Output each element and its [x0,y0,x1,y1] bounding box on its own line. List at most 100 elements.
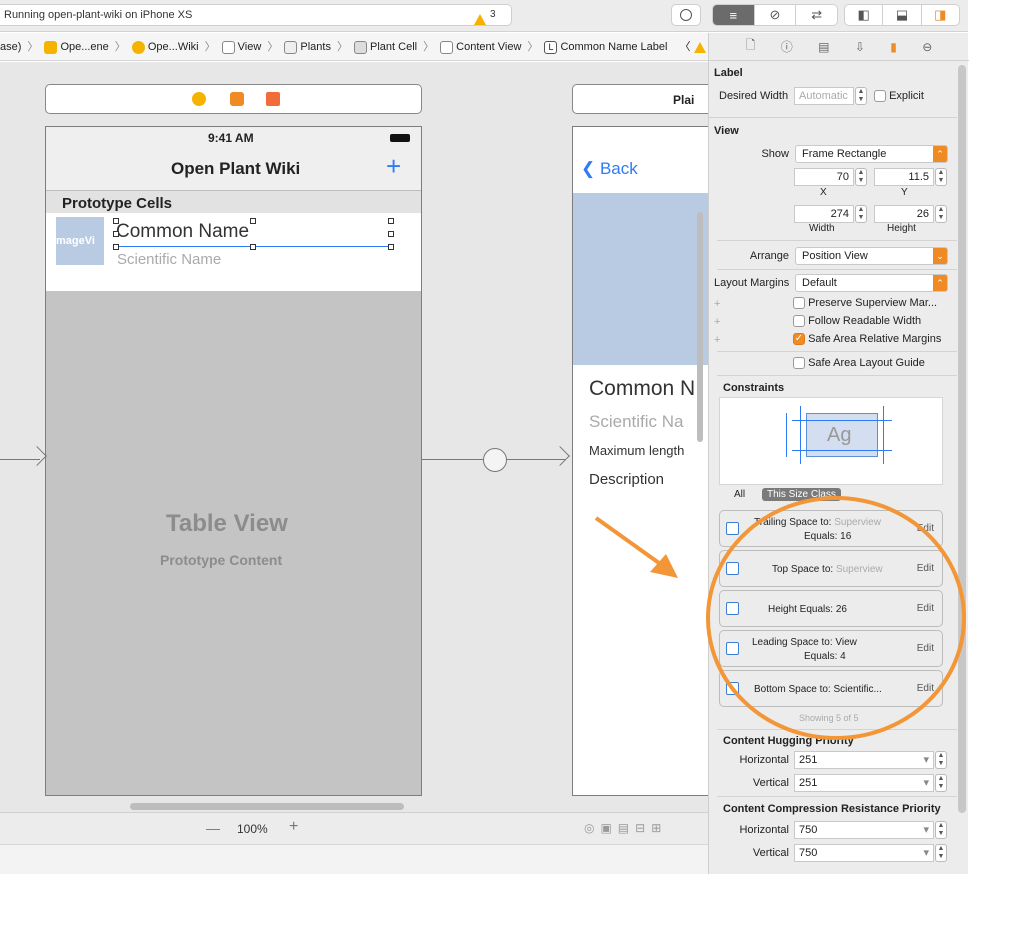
layout-tools-icon[interactable]: ◎▣▤⊟⊞ [584,821,667,835]
plus-icon[interactable]: + [714,334,720,346]
status-time: 9:41 AM [208,131,254,145]
explicit-checkbox[interactable]: Explicit [874,90,924,103]
storyboard-canvas[interactable]: 9:41 AM Open Plant Wiki + Prototype Cell… [0,62,722,844]
y-caption: Y [901,187,908,198]
stepper[interactable]: ▲ ▼ [935,751,947,769]
jump-item[interactable]: Content View [456,33,521,60]
jump-item[interactable]: Common Name Label [560,33,667,60]
toolbar: Running open-plant-wiki on iPhone XS 3 ≡… [0,0,968,32]
inspector-toggle-icon[interactable]: ◨ [922,5,959,25]
attributes-inspector-icon[interactable]: ⇩ [855,40,865,54]
zoom-out-button[interactable]: — [206,820,220,836]
label-section-title: Label [714,67,743,79]
height-field[interactable]: 26 [874,205,934,223]
warning-icon[interactable] [474,9,486,29]
jump-item[interactable]: View [238,33,262,60]
arrange-label: Arrange [749,250,789,262]
stepper[interactable]: ▲ ▼ [935,844,947,862]
editor-mode-segment[interactable]: ≡ ⊘ ⇄ [712,4,838,26]
connections-inspector-icon[interactable]: ⊖ [922,40,932,54]
width-stepper[interactable]: ▲ ▼ [855,205,867,223]
safe-area-margins-checkbox[interactable]: ✓ Safe Area Relative Margins [793,333,941,346]
jump-item[interactable]: Plants [300,33,331,60]
hugging-horizontal-field[interactable]: 251 ▾ [794,751,934,769]
standard-editor-icon[interactable]: ≡ [713,5,755,25]
vertical-scrollbar[interactable] [697,212,703,442]
first-responder-icon[interactable] [230,92,244,106]
size-inspector-icon[interactable]: ▮ [890,40,897,54]
nav-title: Open Plant Wiki [171,159,301,178]
panel-toggle-segment[interactable]: ◧ ⬓ ◨ [844,4,960,26]
jump-item[interactable]: Plant Cell [370,33,417,60]
show-popup[interactable]: Frame Rectangle ⌃ [795,145,948,163]
plus-icon[interactable]: + [714,316,720,328]
stepper[interactable]: ▲ ▼ [855,87,867,105]
view-section-title: View [714,125,739,137]
y-stepper[interactable]: ▲ ▼ [935,168,947,186]
stepper[interactable]: ▲ ▼ [935,821,947,839]
arrange-popup[interactable]: Position View ⌄ [795,247,948,265]
assistant-editor-icon[interactable]: ⊘ [755,5,797,25]
layout-margins-popup[interactable]: Default ⌃ [795,274,948,292]
arrow-head-icon [27,446,47,466]
table-view-scene[interactable]: 9:41 AM Open Plant Wiki + Prototype Cell… [45,126,422,796]
scientific-name-label[interactable]: Scientific Name [117,251,221,268]
status-text: Running open-plant-wiki on iPhone XS [4,9,193,21]
x-stepper[interactable]: ▲ ▼ [855,168,867,186]
exit-icon[interactable] [266,92,280,106]
follow-readable-checkbox[interactable]: Follow Readable Width [793,315,921,328]
y-field[interactable]: 11.5 [874,168,934,186]
horizontal-scrollbar[interactable] [130,803,404,810]
constraints-diagram[interactable]: Ag [719,397,943,485]
compression-vertical-field[interactable]: 750 ▾ [794,844,934,862]
warning-count: 3 [490,9,496,20]
zoom-in-button[interactable]: + [289,818,298,836]
plus-icon[interactable]: + [714,298,720,310]
x-field[interactable]: 70 [794,168,854,186]
detail-scene[interactable]: ❮ Back Common N Scientific Na Maximum le… [572,126,709,796]
compression-horizontal-label: Horizontal [739,824,789,836]
jump-item[interactable]: ase) [0,33,21,60]
warning-icon[interactable] [693,41,706,53]
detail-scene-dock[interactable]: Plai [572,84,722,114]
max-length-label: Maximum length [589,443,685,458]
segue-icon[interactable] [483,448,507,472]
desired-width-field[interactable]: Automatic [794,87,854,105]
constraints-section-title: Constraints [723,382,785,394]
navigator-toggle-icon[interactable]: ◧ [845,5,884,25]
table-row[interactable]: mageVi Common Name Scientific Name [46,213,421,291]
help-inspector-icon[interactable]: ⓘ [781,38,793,55]
code-review-button[interactable] [671,4,701,26]
hugging-vertical-field[interactable]: 251 ▾ [794,774,934,792]
height-stepper[interactable]: ▲ ▼ [935,205,947,223]
jump-item[interactable]: Ope...Wiki [148,33,199,60]
canvas-bottom-bar: — 100% + ◎▣▤⊟⊞ [0,812,708,844]
view-controller-icon[interactable] [192,92,206,106]
stepper[interactable]: ▲ ▼ [935,774,947,792]
arrow-head-icon [550,446,570,466]
common-name-label[interactable]: Common Name [113,218,394,250]
width-field[interactable]: 274 [794,205,854,223]
preserve-checkbox[interactable]: Preserve Superview Mar... [793,297,937,310]
prototype-content-label: Prototype Content [160,552,283,568]
debug-toggle-icon[interactable]: ⬓ [883,5,922,25]
description-label: Description [589,471,665,488]
inspector-tabs: 🗋 ⓘ ▤ ⇩ ▮ ⊖ [709,33,969,61]
prev-issue-icon[interactable]: 〈 [680,33,691,60]
version-editor-icon[interactable]: ⇄ [796,5,837,25]
zoom-level: 100% [237,822,268,836]
safe-area-guide-checkbox[interactable]: Safe Area Layout Guide [793,357,925,370]
table-view-title: Table View [166,510,288,537]
highlight-circle-icon [706,496,966,740]
compression-horizontal-field[interactable]: 750 ▾ [794,821,934,839]
plant-image-view: mageVi [56,217,104,265]
hugging-horizontal-label: Horizontal [739,754,789,766]
add-button[interactable]: + [386,153,401,179]
scene-dock[interactable] [45,84,422,114]
jump-item[interactable]: Ope...ene [60,33,108,60]
file-inspector-icon[interactable]: 🗋 [746,36,756,57]
identity-inspector-icon[interactable]: ▤ [818,40,829,54]
back-button[interactable]: ❮ Back [581,159,638,179]
detail-common-name: Common N [589,377,696,400]
navigation-bar[interactable]: 9:41 AM Open Plant Wiki + [46,127,421,191]
